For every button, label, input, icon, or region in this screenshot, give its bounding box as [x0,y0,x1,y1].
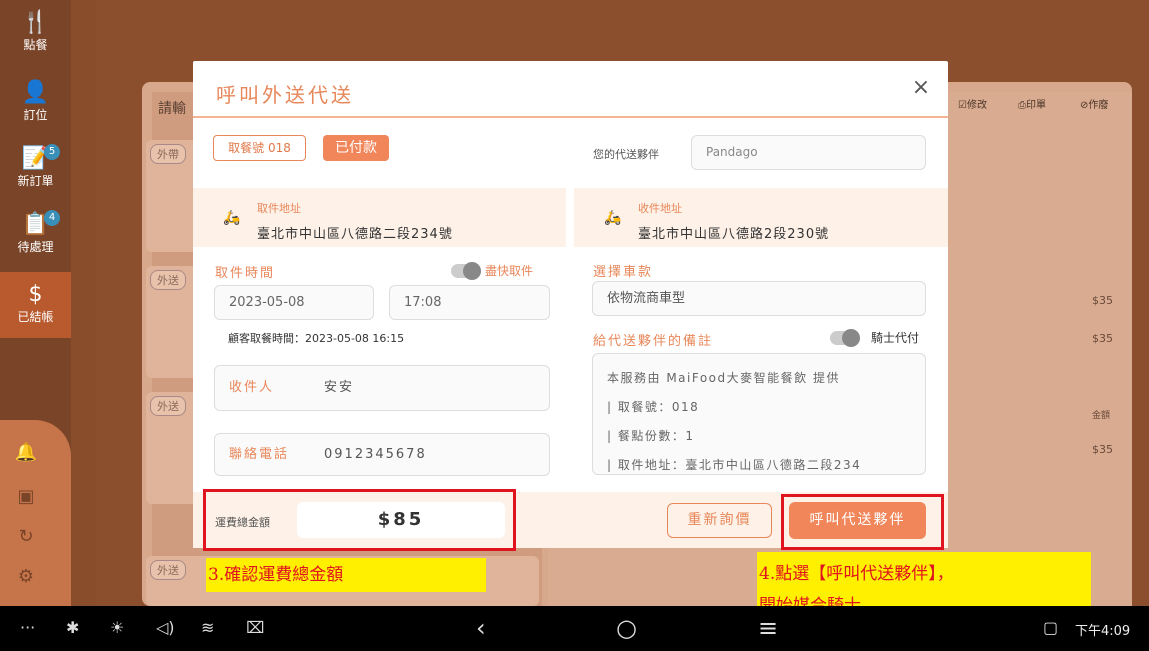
vehicle-label: 選擇車款 [593,265,654,280]
dollar-icon: $ [28,282,43,307]
price-value: $35 [1092,294,1113,307]
wifi-icon[interactable]: ≋ [201,618,214,638]
sidebar-item-label: 點餐 [23,38,48,52]
pickup-address-label: 取件地址 [257,202,301,215]
bluetooth-icon[interactable]: ✱ [66,618,79,638]
partner-select[interactable]: Pandago [691,135,926,170]
annotation-highlight-fee [203,489,516,551]
sidebar-item-new-orders[interactable]: 📝 5 新訂單 [0,136,71,202]
search-label: 請輸 [158,101,186,117]
order-type-tag: 外送 [150,560,186,580]
sidebar-item-order[interactable]: 🍴 點餐 [0,0,71,66]
void-button[interactable]: ⊘作廢 [1080,96,1108,111]
notes-label: 給代送夥伴的備註 [593,334,714,349]
cast-icon[interactable]: ▢ [1043,618,1058,638]
paid-status-badge: 已付款 [323,135,389,161]
phone-value: 0912345678 [324,447,427,462]
sidebar-tools: 🔔 ▣ ↻ ⚙ [0,420,71,606]
home-icon[interactable]: ○ [616,614,637,642]
order-type-tag: 外送 [150,396,186,416]
system-nav-bar: ··· ✱ ☀ ◁) ≋ ⌧ ‹ ○ ≡ ▢ 下午4:09 [0,606,1149,651]
notes-line: | 餐點份數：1 [607,429,695,443]
phone-field[interactable]: 聯絡電話 0912345678 [214,433,550,476]
sidebar-item-label: 已結帳 [17,310,54,324]
sidebar: 🍴 點餐 👤 訂位 📝 5 新訂單 📋 4 待處理 $ 已結帳 🔔 ▣ ↻ ⚙ [0,0,71,606]
bell-icon[interactable]: 🔔 [14,442,38,466]
count-badge: 4 [44,210,60,226]
sidebar-item-label: 訂位 [23,108,48,122]
screenshot-icon[interactable]: ⌧ [246,618,264,638]
annotation-step3: 3.確認運費總金額 [206,558,486,592]
volume-icon[interactable]: ◁) [156,618,175,638]
dropoff-address: 臺北市中山區八德路2段230號 [638,227,830,242]
amount-header: 金額 [1092,411,1111,421]
recipient-label: 收件人 [229,380,275,395]
dropoff-address-label: 收件地址 [638,202,682,215]
sidebar-item-label: 新訂單 [17,174,54,188]
dropoff-address-box: 🛵 收件地址 臺北市中山區八德路2段230號 [574,188,948,247]
price-value: $35 [1092,443,1113,456]
phone-label: 聯絡電話 [229,447,290,462]
pickup-address: 臺北市中山區八德路二段234號 [257,227,453,242]
order-type-tag: 外送 [150,270,186,290]
clipboard-icon: 📋 [21,212,50,237]
gear-icon[interactable]: ⚙ [14,566,38,590]
recipient-field[interactable]: 收件人 安安 [214,365,550,411]
order-type-tag: 外帶 [150,144,186,164]
sidebar-item-checked-out[interactable]: $ 已結帳 [0,272,71,338]
notes-line: | 取件地址：臺北市中山區八德路二段234 [607,458,862,472]
back-icon[interactable]: ‹ [476,614,486,642]
price-value: $35 [1092,332,1113,345]
pickup-address-box: 🛵 取件地址 臺北市中山區八德路二段234號 [193,188,566,247]
scooter-icon: 🛵 [223,210,241,226]
dialog-title: 呼叫外送代送 [216,83,354,107]
new-order-icon: 📝 [21,146,50,171]
call-delivery-dialog: 呼叫外送代送 × 取餐號 018 已付款 您的代送夥伴 Pandago 🛵 取件… [193,61,948,548]
asap-label: 盡快取件 [485,264,534,278]
sidebar-item-pending[interactable]: 📋 4 待處理 [0,202,71,268]
annotation-highlight-call [781,494,944,550]
scooter-icon: 🛵 [604,210,622,226]
notes-textarea[interactable]: 本服務由 MaiFood大麥智能餐飲 提供 | 取餐號：018 | 餐點份數：1… [592,353,926,475]
requote-button[interactable]: 重新詢價 [667,503,772,538]
more-icon[interactable]: ··· [20,618,35,638]
pickup-time-label: 取件時間 [215,266,276,281]
title-divider [193,116,948,118]
print-button[interactable]: ⎙印單 [1018,96,1046,111]
fork-knife-icon: 🍴 [21,10,50,35]
rider-pay-label: 騎士代付 [871,331,920,345]
close-icon[interactable]: × [909,75,933,100]
recents-icon[interactable]: ≡ [758,614,778,642]
asap-toggle[interactable] [451,262,481,280]
pickup-time-field[interactable]: 17:08 [389,285,550,320]
person-icon: 👤 [21,80,50,105]
sidebar-item-label: 待處理 [17,240,54,254]
count-badge: 5 [44,144,60,160]
recipient-value: 安安 [324,380,355,395]
annotation-step4-line1: 4.點選【呼叫代送夥伴】， [759,564,954,584]
vehicle-select[interactable]: 依物流商車型 [592,281,926,316]
edit-button[interactable]: ☑修改 [958,96,987,111]
clock: 下午4:09 [1075,624,1131,639]
register-icon[interactable]: ▣ [14,486,38,510]
order-number-badge: 取餐號 018 [213,135,306,161]
refresh-icon[interactable]: ↻ [14,526,38,550]
notes-line: | 取餐號：018 [607,400,700,414]
brightness-icon[interactable]: ☀ [110,618,124,638]
sidebar-item-reservation[interactable]: 👤 訂位 [0,70,71,136]
customer-pickup-hint: 顧客取餐時間：2023-05-08 16:15 [228,332,405,345]
pickup-date-field[interactable]: 2023-05-08 [214,285,374,320]
rider-pay-toggle[interactable] [830,329,860,347]
partner-label: 您的代送夥伴 [593,148,659,161]
notes-line: 本服務由 MaiFood大麥智能餐飲 提供 [607,371,840,385]
